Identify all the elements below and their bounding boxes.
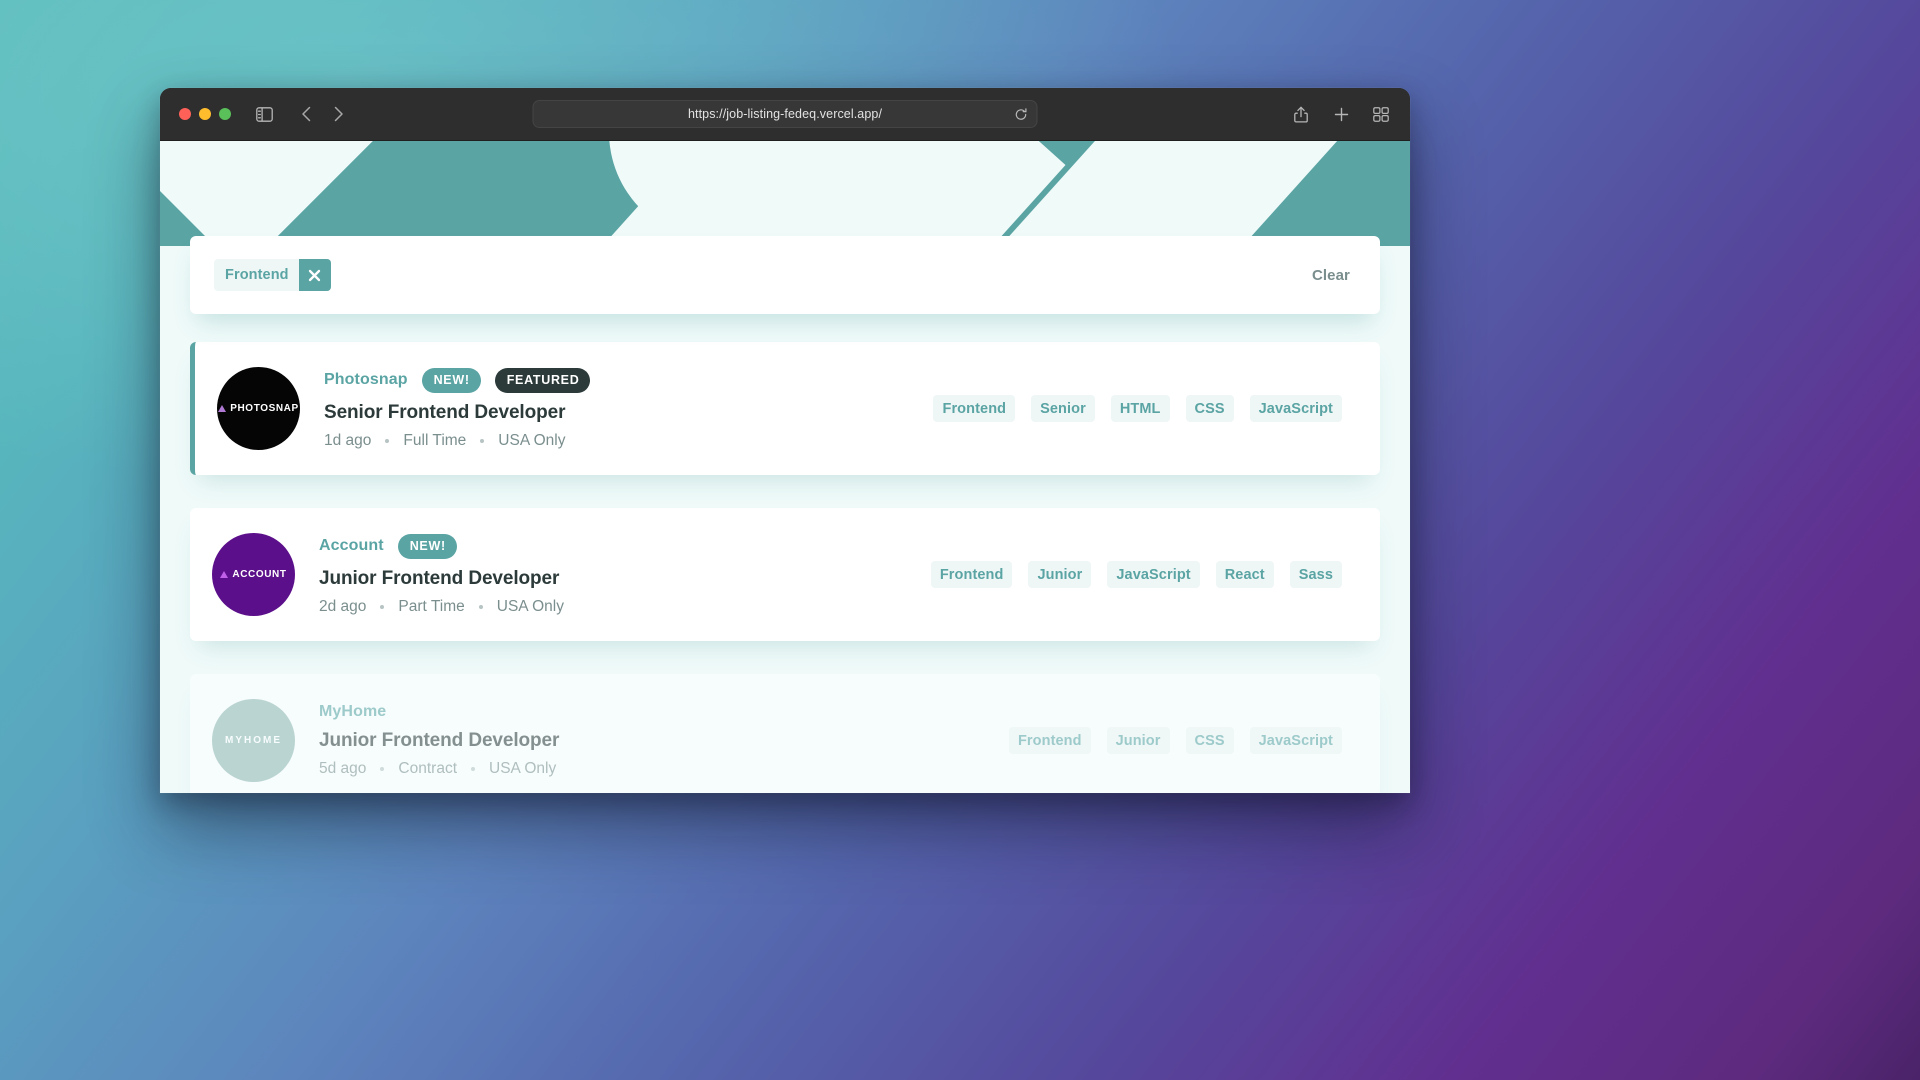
job-info: Photosnap NEW! FEATURED Senior Frontend …: [324, 367, 913, 450]
job-tag[interactable]: Senior: [1031, 394, 1095, 423]
job-tag[interactable]: HTML: [1110, 394, 1170, 423]
job-meta: 5d ago Contract USA Only: [319, 760, 989, 778]
back-chevron-icon[interactable]: [293, 101, 319, 127]
status-badge-new: NEW!: [397, 533, 457, 559]
job-tag[interactable]: JavaScript: [1107, 560, 1200, 589]
job-card-header: Photosnap NEW! FEATURED: [324, 367, 913, 393]
plus-icon[interactable]: [1328, 101, 1354, 127]
meta-separator-dot: [380, 767, 385, 771]
job-tag[interactable]: Frontend: [1008, 726, 1091, 755]
banner-shape-wedge-left: [160, 141, 553, 246]
browser-toolbar: https://job-listing-fedeq.vercel.app/: [160, 88, 1410, 141]
clear-filters-button[interactable]: Clear: [1312, 267, 1350, 284]
company-logo: MYHOME: [212, 699, 295, 782]
company-logo-text: ACCOUNT: [232, 569, 287, 580]
filter-chip-label: Frontend: [225, 267, 289, 283]
job-tags: Frontend Senior HTML CSS JavaScript: [933, 394, 1342, 423]
meta-separator-dot: [480, 438, 485, 443]
company-logo-text: MYHOME: [225, 735, 282, 746]
company-logo: ACCOUNT: [212, 533, 295, 616]
company-logo-text: PHOTOSNAP: [230, 403, 299, 414]
job-card[interactable]: PHOTOSNAP Photosnap NEW! FEATURED Senior…: [190, 342, 1380, 475]
page-viewport: Frontend Clear PHOTOSNAP Photosnap NEW! …: [160, 141, 1410, 793]
job-card[interactable]: ACCOUNT Account NEW! Junior Frontend Dev…: [190, 508, 1380, 641]
job-tag[interactable]: CSS: [1185, 394, 1234, 423]
job-posted-date: 2d ago: [319, 597, 367, 615]
job-info: MyHome Junior Frontend Developer 5d ago …: [319, 703, 989, 778]
job-location: USA Only: [498, 431, 566, 449]
job-card-header: MyHome: [319, 703, 989, 721]
toolbar-right-actions: [1288, 101, 1394, 127]
job-info: Account NEW! Junior Frontend Developer 2…: [319, 533, 911, 616]
maximize-button[interactable]: [219, 108, 231, 120]
address-bar[interactable]: https://job-listing-fedeq.vercel.app/: [532, 100, 1038, 128]
job-location: USA Only: [489, 760, 557, 777]
share-icon[interactable]: [1288, 101, 1314, 127]
status-badge-new: NEW!: [421, 367, 481, 393]
job-location: USA Only: [496, 597, 564, 615]
job-title[interactable]: Junior Frontend Developer: [319, 568, 911, 590]
job-tag[interactable]: JavaScript: [1249, 726, 1342, 755]
job-posted-date: 5d ago: [319, 760, 367, 777]
job-title[interactable]: Junior Frontend Developer: [319, 730, 989, 752]
company-name: MyHome: [319, 703, 387, 720]
reload-icon[interactable]: [1015, 107, 1028, 121]
job-contract-type: Part Time: [398, 597, 465, 615]
job-tag[interactable]: Frontend: [930, 560, 1013, 589]
sidebar-icon[interactable]: [251, 101, 277, 127]
job-card-header: Account NEW!: [319, 533, 911, 559]
url-text: https://job-listing-fedeq.vercel.app/: [687, 107, 883, 121]
job-tag[interactable]: CSS: [1185, 726, 1234, 755]
job-list: PHOTOSNAP Photosnap NEW! FEATURED Senior…: [190, 342, 1380, 793]
meta-separator-dot: [385, 438, 390, 443]
job-tag[interactable]: Frontend: [933, 394, 1016, 423]
job-tag[interactable]: React: [1215, 560, 1274, 589]
page-header-banner: [160, 141, 1410, 246]
meta-separator-dot: [478, 604, 483, 609]
minimize-button[interactable]: [199, 108, 211, 120]
forward-chevron-icon[interactable]: [325, 101, 351, 127]
meta-separator-dot: [471, 767, 476, 771]
job-meta: 1d ago Full Time USA Only: [324, 432, 913, 450]
job-title[interactable]: Senior Frontend Developer: [324, 402, 913, 424]
tab-overview-icon[interactable]: [1368, 101, 1394, 127]
browser-window: https://job-listing-fedeq.vercel.app/ Fr…: [160, 88, 1410, 793]
navigation-buttons: [293, 101, 351, 127]
company-logo: PHOTOSNAP: [217, 367, 300, 450]
filter-chip: Frontend: [214, 259, 331, 291]
close-icon[interactable]: [298, 259, 331, 291]
job-tag[interactable]: Junior: [1106, 726, 1170, 755]
job-card[interactable]: MYHOME MyHome Junior Frontend Developer …: [190, 674, 1380, 793]
job-contract-type: Contract: [398, 760, 458, 777]
job-tag[interactable]: Junior: [1028, 560, 1092, 589]
filter-bar: Frontend Clear: [190, 236, 1380, 314]
company-name: Photosnap: [324, 371, 408, 388]
close-button[interactable]: [179, 108, 191, 120]
status-badge-featured: FEATURED: [494, 367, 591, 393]
job-tag[interactable]: Sass: [1289, 560, 1342, 589]
active-filter-chips: Frontend: [214, 259, 1312, 291]
meta-separator-dot: [380, 604, 385, 609]
page-content: Frontend Clear PHOTOSNAP Photosnap NEW! …: [160, 236, 1410, 793]
job-tags: Frontend Junior JavaScript React Sass: [930, 560, 1342, 589]
job-posted-date: 1d ago: [324, 431, 372, 449]
job-tags: Frontend Junior CSS JavaScript: [1008, 726, 1342, 755]
company-name: Account: [319, 537, 384, 554]
window-controls: [179, 108, 231, 120]
job-tag[interactable]: JavaScript: [1249, 394, 1342, 423]
job-meta: 2d ago Part Time USA Only: [319, 598, 911, 616]
job-contract-type: Full Time: [403, 431, 467, 449]
